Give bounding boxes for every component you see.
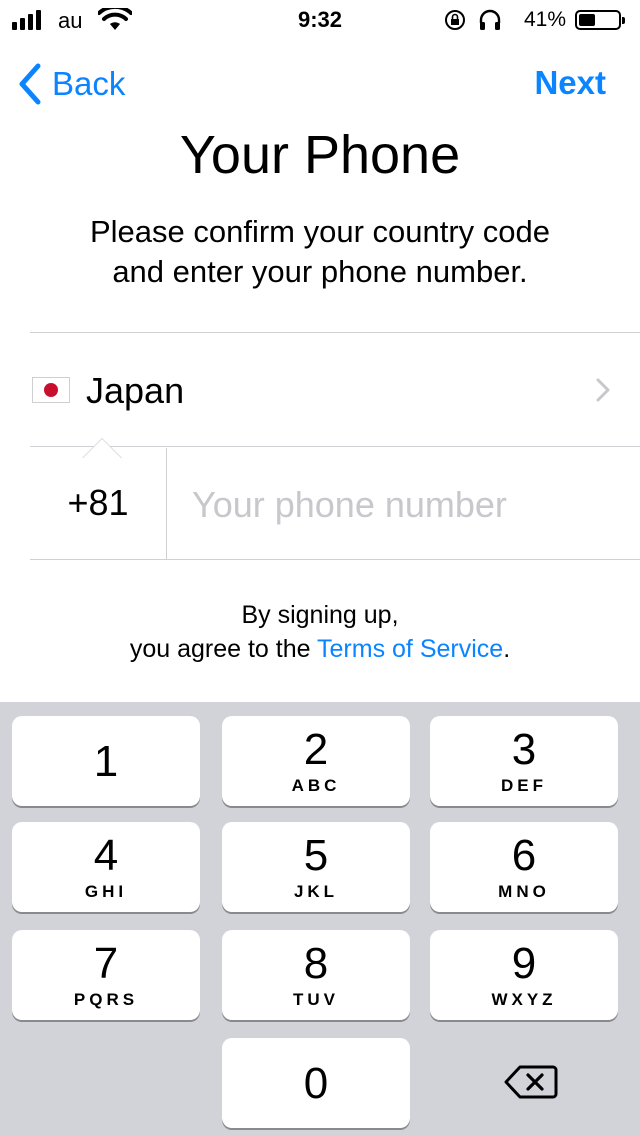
key-7[interactable]: 7 PQRS xyxy=(12,930,200,1020)
phone-number-input[interactable] xyxy=(192,470,612,540)
back-button[interactable]: Back xyxy=(16,62,125,106)
key-letters: DEF xyxy=(501,776,547,795)
key-letters: JKL xyxy=(293,882,339,901)
chevron-left-icon xyxy=(19,63,41,105)
key-digit: 6 xyxy=(511,831,537,880)
headphones-icon xyxy=(479,9,501,30)
battery-percent: 41% xyxy=(524,8,567,31)
divider xyxy=(166,448,167,559)
japan-flag-icon xyxy=(32,377,70,403)
key-digit: 3 xyxy=(511,725,537,774)
key-0[interactable]: 0 xyxy=(222,1038,410,1128)
chevron-right-icon xyxy=(596,378,610,402)
page-title: Your Phone xyxy=(179,125,461,185)
key-digit: 0 xyxy=(303,1059,329,1108)
key-digit: 8 xyxy=(303,939,329,988)
key-digit: 4 xyxy=(93,831,119,880)
key-digit: 2 xyxy=(303,725,329,774)
key-6[interactable]: 6 MNO xyxy=(430,822,618,912)
divider xyxy=(30,332,640,333)
terms-of-service-link[interactable]: Terms of Service xyxy=(317,635,503,663)
key-digit: 1 xyxy=(93,737,119,786)
key-digit: 7 xyxy=(93,939,119,988)
key-3[interactable]: 3 DEF xyxy=(430,716,618,806)
key-letters: GHI xyxy=(84,882,128,901)
country-name: Japan xyxy=(86,370,185,411)
key-letters: MNO xyxy=(498,882,550,901)
divider xyxy=(30,559,640,560)
key-letters: ABC xyxy=(291,776,341,795)
terms-line-1: By signing up, xyxy=(241,601,399,629)
next-button[interactable]: Next xyxy=(534,64,606,102)
key-digit: 5 xyxy=(303,831,329,880)
terms-suffix: . xyxy=(503,635,511,663)
key-letters: WXYZ xyxy=(491,990,557,1009)
key-letters: TUV xyxy=(293,990,339,1009)
terms-line-2: you agree to the Terms of Service. xyxy=(0,632,640,666)
key-2[interactable]: 2 ABC xyxy=(222,716,410,806)
terms-text: you agree to the xyxy=(129,635,318,663)
country-selector[interactable]: Japan xyxy=(0,334,640,446)
backspace-icon[interactable] xyxy=(504,1064,558,1100)
key-4[interactable]: 4 GHI xyxy=(12,822,200,912)
subtitle-line-2: and enter your phone number. xyxy=(112,254,528,289)
battery-icon xyxy=(575,10,625,30)
key-1[interactable]: 1 xyxy=(12,716,200,806)
key-5[interactable]: 5 JKL xyxy=(222,822,410,912)
key-letters: PQRS xyxy=(73,990,139,1009)
rotation-lock-icon xyxy=(445,10,465,30)
terms-notice: By signing up, you agree to the Terms of… xyxy=(0,598,640,666)
page-subtitle: Please confirm your country code and ent… xyxy=(0,212,640,292)
key-9[interactable]: 9 WXYZ xyxy=(430,930,618,1020)
key-8[interactable]: 8 TUV xyxy=(222,930,410,1020)
subtitle-line-1: Please confirm your country code xyxy=(89,214,551,249)
back-label: Back xyxy=(52,65,126,102)
country-code-field[interactable]: +81 xyxy=(30,448,166,558)
key-digit: 9 xyxy=(511,939,537,988)
status-bar: au 9:32 41% xyxy=(0,0,640,40)
